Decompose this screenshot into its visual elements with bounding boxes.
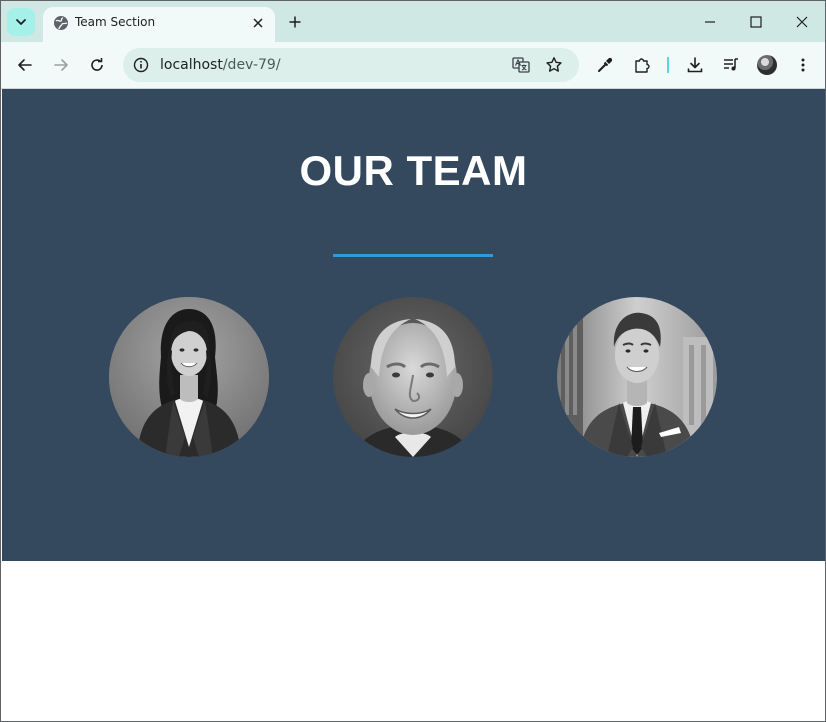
arrow-right-icon [54, 59, 68, 71]
extensions-button[interactable] [630, 53, 654, 77]
close-window-button[interactable] [790, 10, 814, 34]
page-viewport: OUR TEAM [1, 89, 825, 721]
plus-icon [289, 16, 301, 28]
title-underline [333, 254, 493, 257]
site-info-button[interactable] [131, 55, 151, 75]
url-host: localhost [160, 57, 223, 73]
url-path: /dev-79/ [222, 57, 281, 73]
close-icon [796, 16, 808, 28]
more-vertical-icon [801, 58, 805, 72]
team-member-photo [109, 297, 269, 457]
tab-search-button[interactable] [7, 8, 35, 36]
maximize-button[interactable] [744, 10, 768, 34]
url-text[interactable]: localhost/dev-79/ [160, 57, 281, 73]
bookmark-button[interactable] [544, 55, 564, 75]
close-icon [253, 18, 263, 28]
puzzle-icon [635, 58, 650, 73]
star-icon [546, 57, 562, 72]
back-button[interactable] [13, 53, 37, 77]
reload-icon [91, 58, 103, 71]
translate-button[interactable] [511, 55, 531, 75]
team-member-photo [333, 297, 493, 457]
young-man-in-suit-portrait [557, 297, 717, 457]
queue-music-icon [724, 58, 738, 71]
reload-button[interactable] [85, 53, 109, 77]
team-member-photo [557, 297, 717, 457]
forward-button[interactable] [49, 53, 73, 77]
arrow-left-icon [18, 59, 32, 71]
maximize-icon [750, 16, 762, 28]
globe-icon [54, 16, 68, 30]
address-bar[interactable]: localhost/dev-79/ [123, 48, 579, 82]
tab-title: Team Section [75, 15, 156, 29]
eyedropper-icon [598, 57, 613, 72]
toolbar-divider [667, 57, 669, 73]
team-section: OUR TEAM [2, 89, 825, 561]
tab-strip: Team Section [1, 1, 825, 42]
download-icon [687, 57, 703, 73]
translate-icon [512, 57, 530, 73]
section-title: OUR TEAM [299, 147, 528, 194]
chevron-down-icon [16, 19, 26, 25]
browser-toolbar: localhost/dev-79/ [1, 42, 825, 89]
tab-team-section[interactable]: Team Section [43, 7, 275, 42]
new-tab-button[interactable] [284, 11, 306, 33]
older-man-portrait [333, 297, 493, 457]
browser-window: Team Section localhost/dev-79/ OUR TEAM [0, 0, 826, 722]
tab-close-button[interactable] [249, 14, 267, 32]
info-icon [133, 57, 149, 73]
chrome-menu-button[interactable] [791, 53, 815, 77]
profile-avatar[interactable] [757, 55, 777, 75]
minimize-button[interactable] [698, 10, 722, 34]
minimize-icon [705, 21, 715, 23]
downloads-button[interactable] [683, 53, 707, 77]
eyedropper-extension-button[interactable] [593, 53, 617, 77]
woman-in-blazer-portrait [109, 297, 269, 457]
media-control-button[interactable] [719, 53, 743, 77]
